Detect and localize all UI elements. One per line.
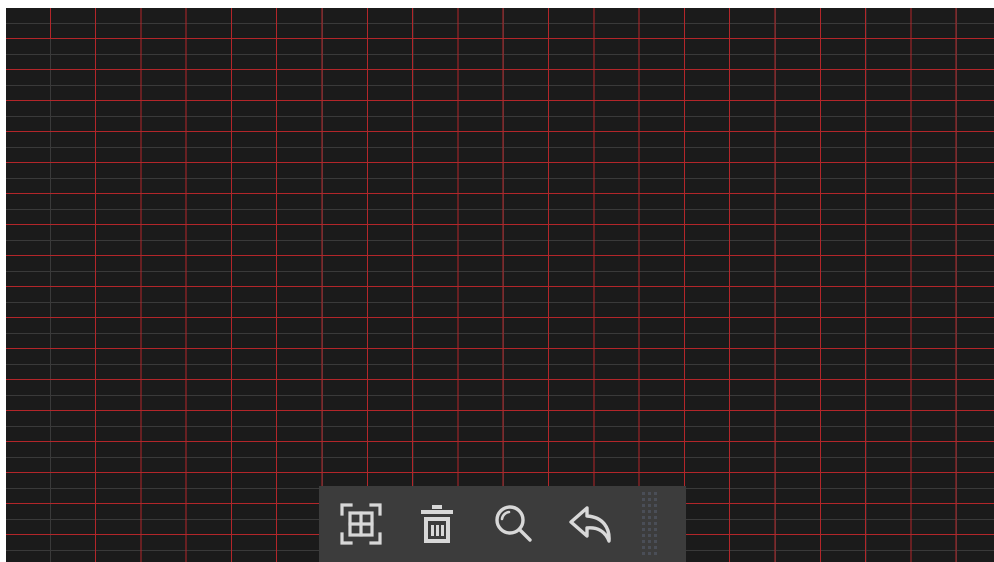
- grip-dot: [648, 498, 651, 501]
- grip-dot: [654, 522, 657, 525]
- grip-dot: [654, 498, 657, 501]
- grip-dot: [642, 510, 645, 513]
- grip-dot: [648, 504, 651, 507]
- grip-dot: [648, 510, 651, 513]
- grip-dot: [642, 528, 645, 531]
- grip-dot: [642, 546, 645, 549]
- fit-screen-icon: [340, 503, 382, 545]
- grip-dot: [654, 540, 657, 543]
- grip-dot: [642, 498, 645, 501]
- grip-dot: [648, 534, 651, 537]
- grip-dot: [648, 552, 651, 555]
- grip-dot: [642, 534, 645, 537]
- grip-dot: [648, 546, 651, 549]
- delete-button[interactable]: [409, 496, 465, 552]
- grip-dot: [642, 540, 645, 543]
- grip-dot: [642, 492, 645, 495]
- camera-viewport[interactable]: [6, 8, 994, 562]
- fit-screen-button[interactable]: [333, 496, 389, 552]
- grip-dot: [642, 522, 645, 525]
- grip-dot: [648, 528, 651, 531]
- grip-dot: [642, 552, 645, 555]
- zoom-button[interactable]: [485, 496, 541, 552]
- grip-dot: [654, 528, 657, 531]
- zoom-icon: [495, 505, 532, 542]
- grip-dot: [648, 540, 651, 543]
- grip-dot: [648, 516, 651, 519]
- grip-dot: [648, 492, 651, 495]
- grip-dot: [654, 534, 657, 537]
- playback-toolbar: [319, 486, 686, 562]
- grip-dot: [654, 546, 657, 549]
- back-button[interactable]: [563, 496, 619, 552]
- undo-icon: [569, 506, 611, 543]
- grip-dot: [654, 516, 657, 519]
- grid-overlay: [6, 8, 994, 562]
- grip-dot: [654, 492, 657, 495]
- grip-dot: [642, 516, 645, 519]
- grip-dot: [654, 510, 657, 513]
- grip-dot: [654, 552, 657, 555]
- grip-dot: [642, 504, 645, 507]
- grip-dot: [648, 522, 651, 525]
- drag-handle-icon[interactable]: [639, 490, 663, 558]
- grip-dot: [654, 504, 657, 507]
- trash-icon: [421, 505, 453, 543]
